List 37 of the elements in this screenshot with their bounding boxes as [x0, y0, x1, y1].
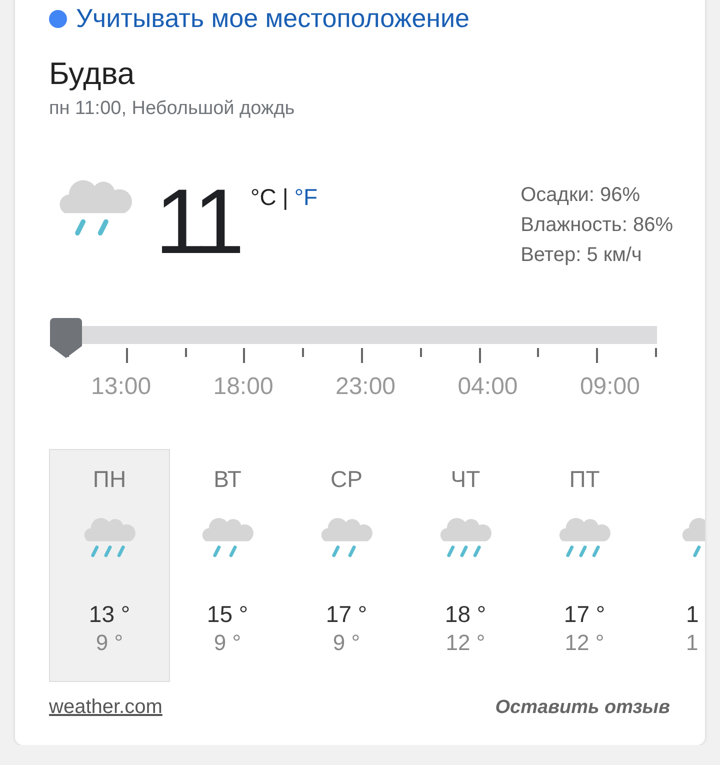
- high-temperature: 15 °: [206, 601, 248, 628]
- high-temperature: 17 °: [326, 601, 368, 628]
- day-card[interactable]: ПН 13 ° 9 °: [49, 449, 170, 682]
- low-temperature: 9 °: [96, 630, 124, 656]
- unit-separator: |: [282, 184, 288, 211]
- weather-summary: пн 11:00, Небольшой дождь: [49, 98, 296, 120]
- city-name: Будва: [49, 56, 136, 92]
- current-temperature: 11: [155, 176, 239, 275]
- source-link[interactable]: weather.com: [49, 696, 162, 719]
- high-temperature: 18 °: [444, 601, 486, 628]
- low-temperature: 9 °: [214, 630, 242, 656]
- low-temperature: 12 °: [446, 630, 486, 656]
- hour-label: 09:00: [580, 373, 640, 401]
- weather-detail: Осадки: 96%: [520, 184, 642, 207]
- day-name[interactable]: СР: [330, 466, 362, 493]
- hour-label: 18:00: [213, 373, 274, 401]
- high-temperature: 13 °: [88, 601, 130, 628]
- feedback-link[interactable]: Оставить отзыв: [495, 696, 670, 718]
- high-temperature: 17 °: [564, 601, 606, 628]
- hour-label: 13:00: [91, 373, 152, 401]
- location-dot-icon: [49, 10, 67, 28]
- unit-toggle[interactable]: °C: [250, 184, 276, 211]
- day-name[interactable]: ЧТ: [450, 466, 480, 493]
- high-temperature: 1: [686, 601, 699, 628]
- low-temperature: 12 °: [564, 630, 604, 656]
- weather-detail: Влажность: 86%: [520, 214, 673, 237]
- slider-thumb[interactable]: [50, 318, 82, 358]
- day-name[interactable]: ВТ: [214, 466, 242, 493]
- weather-detail: Ветер: 5 км/ч: [520, 244, 643, 267]
- unit-toggle[interactable]: °F: [294, 184, 318, 211]
- day-name[interactable]: ПТ: [569, 466, 600, 493]
- day-name[interactable]: ПН: [92, 466, 126, 493]
- low-temperature: 1: [686, 630, 698, 656]
- low-temperature: 9 °: [332, 630, 360, 656]
- location-link[interactable]: Учитывать мое местоположение: [76, 3, 470, 34]
- hour-label: 23:00: [335, 373, 396, 401]
- hour-label: 04:00: [458, 373, 518, 401]
